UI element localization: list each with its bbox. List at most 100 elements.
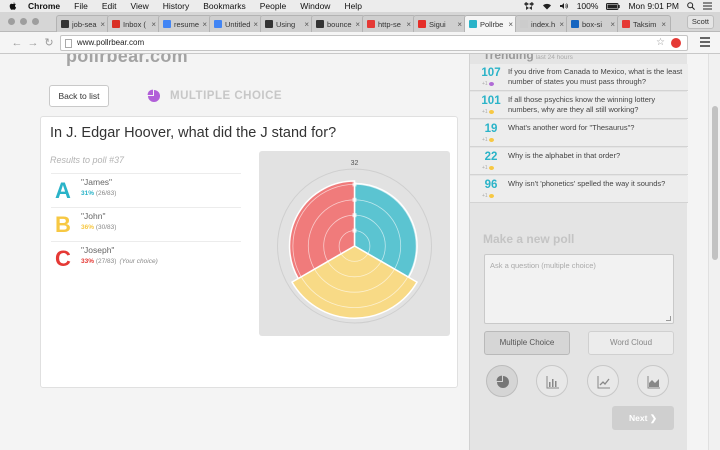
trending-item[interactable]: 107 +1 If you drive from Canada to Mexico… bbox=[470, 64, 688, 91]
bar-chart-icon bbox=[546, 376, 559, 389]
trending-question: Why is the alphabet in that order? bbox=[508, 151, 621, 160]
opera-extension-icon[interactable] bbox=[671, 38, 681, 48]
back-to-list-button[interactable]: Back to list bbox=[49, 85, 109, 107]
tick-label-box bbox=[352, 182, 357, 187]
window-controls bbox=[8, 18, 39, 25]
tab-favicon-icon bbox=[265, 20, 273, 28]
address-url: www.pollrbear.com bbox=[77, 38, 145, 47]
menubar-clock[interactable]: Mon 9:01 PM bbox=[628, 1, 679, 11]
pie-chart-option-button[interactable] bbox=[486, 365, 518, 397]
battery-icon[interactable] bbox=[606, 2, 621, 10]
macos-menubar: Chrome File Edit View History Bookmarks … bbox=[0, 0, 720, 12]
tab-title: Using bbox=[276, 19, 296, 29]
browser-tab[interactable]: bounce × bbox=[311, 15, 365, 32]
trending-item[interactable]: 22 +1 Why is the alphabet in that order? bbox=[470, 148, 688, 175]
menu-edit[interactable]: Edit bbox=[102, 1, 117, 11]
trending-subtitle: last 24 hours bbox=[535, 54, 573, 61]
forward-arrow-icon[interactable]: → bbox=[26, 36, 40, 50]
resize-grip-icon[interactable] bbox=[666, 316, 671, 321]
choice-letter: A bbox=[55, 178, 71, 203]
menu-view[interactable]: View bbox=[130, 1, 148, 11]
close-tab-icon[interactable]: × bbox=[508, 20, 513, 29]
dropbox-icon[interactable] bbox=[523, 2, 534, 10]
close-tab-icon[interactable]: × bbox=[100, 20, 105, 29]
browser-tab[interactable]: Using × bbox=[260, 15, 314, 32]
back-arrow-icon[interactable]: ← bbox=[10, 36, 24, 50]
menu-help[interactable]: Help bbox=[344, 1, 361, 11]
close-tab-icon[interactable]: × bbox=[355, 20, 360, 29]
close-tab-icon[interactable]: × bbox=[661, 20, 666, 29]
battery-percent[interactable]: 100% bbox=[577, 1, 599, 11]
close-tab-icon[interactable]: × bbox=[610, 20, 615, 29]
trending-item[interactable]: 96 +1 Why isn't 'phonetics' spelled the w… bbox=[470, 176, 688, 203]
close-tab-icon[interactable]: × bbox=[151, 20, 156, 29]
word-cloud-button[interactable]: Word Cloud bbox=[588, 331, 674, 355]
browser-tab[interactable]: Inbox (× bbox=[107, 15, 161, 32]
trending-question: If all those psychics know the winning l… bbox=[508, 95, 656, 114]
trending-item[interactable]: 19 +1 What's another word for "Thesaurus"… bbox=[470, 120, 688, 147]
tab-title: Pollrbe bbox=[480, 19, 504, 29]
reload-icon[interactable]: ↻ bbox=[42, 36, 56, 50]
trending-heading: Trending last 24 hours bbox=[483, 54, 573, 62]
tab-favicon-icon bbox=[214, 20, 222, 28]
tab-favicon-icon bbox=[61, 20, 69, 28]
type-dot-icon bbox=[488, 82, 494, 86]
question-input[interactable]: Ask a question (multiple choice) bbox=[484, 254, 674, 324]
close-tab-icon[interactable]: × bbox=[304, 20, 309, 29]
type-dot-icon bbox=[488, 194, 494, 198]
menu-people[interactable]: People bbox=[260, 1, 286, 11]
tab-favicon-icon bbox=[571, 20, 579, 28]
browser-tab[interactable]: http-se × bbox=[362, 15, 416, 32]
chrome-menu-icon[interactable] bbox=[700, 37, 710, 49]
menu-history[interactable]: History bbox=[163, 1, 189, 11]
close-window-button[interactable] bbox=[8, 18, 15, 25]
close-tab-icon[interactable]: × bbox=[253, 20, 258, 29]
page-content: pollrbear.com Back to list MULTIPLE CHOI… bbox=[0, 54, 720, 450]
apple-menu-icon[interactable] bbox=[8, 1, 18, 11]
minimize-window-button[interactable] bbox=[20, 18, 27, 25]
close-tab-icon[interactable]: × bbox=[202, 20, 207, 29]
tab-title: http-se bbox=[378, 19, 401, 29]
tab-favicon-icon bbox=[163, 20, 171, 28]
trending-title: Trending bbox=[483, 54, 534, 62]
new-poll-heading: Make a new poll bbox=[483, 232, 575, 246]
next-button[interactable]: Next ❯ bbox=[612, 406, 674, 430]
area-chart-option-button[interactable] bbox=[637, 365, 669, 397]
trending-item[interactable]: 101 +1 If all those psychics know the win… bbox=[470, 92, 688, 119]
spotlight-icon[interactable] bbox=[687, 2, 695, 10]
multiple-choice-button[interactable]: Multiple Choice bbox=[484, 331, 570, 355]
tab-favicon-icon bbox=[622, 20, 630, 28]
browser-tab[interactable]: job-sea × bbox=[56, 15, 110, 32]
menu-file[interactable]: File bbox=[74, 1, 88, 11]
site-logo[interactable]: pollrbear.com bbox=[66, 54, 188, 67]
volume-icon[interactable] bbox=[559, 2, 569, 10]
bar-chart-option-button[interactable] bbox=[536, 365, 568, 397]
choice-name: "Joseph" bbox=[81, 245, 115, 255]
line-chart-icon bbox=[597, 376, 610, 389]
browser-tab[interactable]: Taksim × bbox=[617, 15, 671, 32]
menubar-app-name[interactable]: Chrome bbox=[28, 1, 60, 11]
scrollbar-thumb[interactable] bbox=[712, 106, 718, 260]
close-tab-icon[interactable]: × bbox=[559, 20, 564, 29]
close-tab-icon[interactable]: × bbox=[406, 20, 411, 29]
zoom-window-button[interactable] bbox=[32, 18, 39, 25]
choice-stat: 31% (26/83) bbox=[81, 190, 119, 197]
tab-title: resume bbox=[174, 19, 200, 29]
notification-center-icon[interactable] bbox=[703, 2, 712, 10]
browser-tab[interactable]: Untitled × bbox=[209, 15, 263, 32]
browser-tab[interactable]: Sigui × bbox=[413, 15, 467, 32]
address-bar[interactable]: www.pollrbear.com ☆ bbox=[60, 35, 688, 51]
line-chart-option-button[interactable] bbox=[587, 365, 619, 397]
page-scrollbar[interactable] bbox=[708, 54, 720, 450]
menu-bookmarks[interactable]: Bookmarks bbox=[203, 1, 246, 11]
browser-tab[interactable]: Pollrbe × bbox=[464, 15, 518, 32]
browser-tab[interactable]: box-si × bbox=[566, 15, 620, 32]
browser-tab[interactable]: index.h × bbox=[515, 15, 569, 32]
profile-button[interactable]: Scott bbox=[686, 15, 714, 29]
close-tab-icon[interactable]: × bbox=[457, 20, 462, 29]
menu-window[interactable]: Window bbox=[300, 1, 330, 11]
choice-stat: 36% (30/83) bbox=[81, 224, 119, 231]
browser-tab[interactable]: resume × bbox=[158, 15, 212, 32]
wifi-icon[interactable] bbox=[542, 2, 552, 10]
bookmark-star-icon[interactable]: ☆ bbox=[656, 36, 665, 50]
